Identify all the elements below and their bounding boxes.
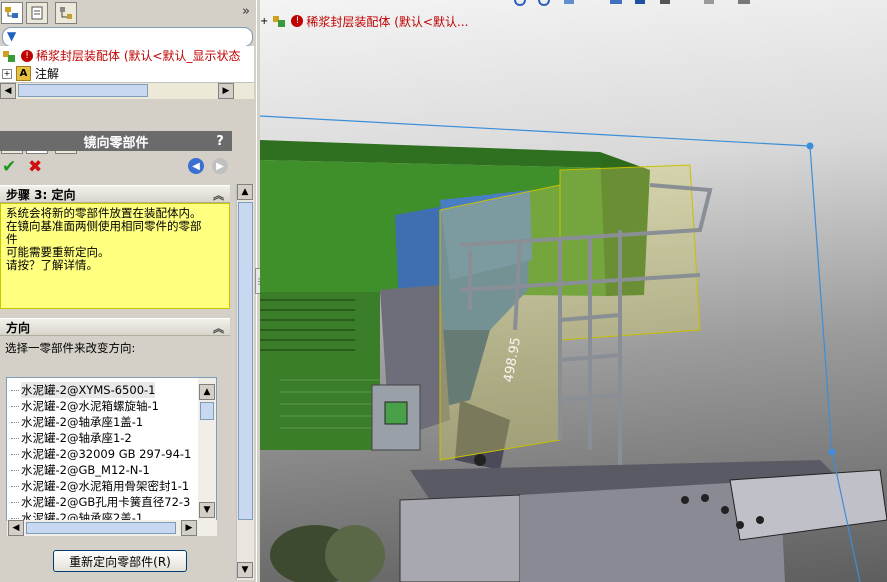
box-handle	[806, 142, 814, 150]
message-line: 在镜向基准面两侧使用相同零件的零部	[6, 219, 202, 233]
ok-button[interactable]: ✔	[2, 157, 16, 177]
property-sheet-icon	[31, 6, 43, 20]
checkmark-icon: ✔	[2, 157, 17, 177]
next-button: ▶	[212, 158, 228, 174]
rotate-icon	[564, 0, 574, 4]
tree-item-annotations[interactable]: + A 注解	[2, 65, 59, 82]
error-icon: !	[291, 15, 304, 27]
manager-tabs-top: »	[0, 0, 256, 26]
back-button[interactable]: ◀	[188, 158, 204, 174]
arrow-left-icon: ◀	[192, 160, 200, 172]
collapse-icon[interactable]: ︽	[213, 187, 224, 203]
tree-item-assembly[interactable]: ! 稀浆封层装配体 (默认<默认_显示状态	[2, 47, 241, 64]
scroll-thumb[interactable]	[18, 84, 148, 97]
view-orientation-icon	[635, 0, 645, 4]
view-toolbar	[514, 0, 750, 6]
viewport-tree-label: 稀浆封层装配体 (默认<默认...	[306, 14, 469, 29]
message-line: 请按？了解详情。	[6, 258, 98, 272]
box-handle	[828, 448, 836, 456]
mirror-preview	[439, 164, 701, 461]
scroll-up-icon[interactable]: ▲	[237, 184, 253, 200]
component-list: 水泥罐-2@XYMS-6500-1 水泥罐-2@水泥箱螺旋轴-1 水泥罐-2@轴…	[6, 377, 217, 521]
component-list-vscrollbar[interactable]: ▲ ▼	[198, 378, 216, 520]
section-view-icon	[610, 0, 622, 4]
hide-show-icon	[704, 0, 714, 4]
message-box: 系统会将新的零部件放置在装配体内。 在镜向基准面两侧使用相同零件的零部 件 可能…	[0, 203, 230, 309]
filter-icon: ▼	[7, 29, 17, 43]
expand-icon[interactable]: +	[2, 68, 12, 79]
scroll-left-icon[interactable]: ◀	[0, 83, 16, 99]
feature-tree: ! 稀浆封层装配体 (默认<默认_显示状态 + A 注解	[0, 46, 254, 82]
step-group-header[interactable]: 步骤 3: 定向 ︽	[0, 185, 230, 203]
scroll-thumb[interactable]	[26, 522, 176, 534]
expand-icon[interactable]: +	[260, 16, 268, 27]
reorient-components-button[interactable]: 重新定向零部件(R)	[53, 550, 187, 572]
feature-tree-icon	[5, 7, 18, 18]
step-header-label: 步骤 3: 定向	[6, 187, 76, 202]
graphics-viewport[interactable]: 498.95	[260, 0, 887, 582]
tree-filter-input[interactable]: ▼	[2, 27, 253, 47]
configuration-icon	[60, 7, 72, 19]
scroll-down-icon[interactable]: ▼	[199, 502, 215, 518]
expand-tabs-icon[interactable]: »	[242, 4, 250, 19]
left-panel: » ▼ ! 稀浆封层装配体 (默认<默认_显示状态 + A 注解 ◀ ▶ 镜向零…	[0, 0, 257, 582]
annotation-icon: A	[16, 66, 31, 81]
scroll-thumb[interactable]	[238, 202, 253, 520]
property-manager-title: 镜向零部件	[0, 131, 232, 151]
error-icon: !	[21, 49, 33, 62]
direction-header-label: 方向	[6, 320, 31, 335]
close-icon: ✖	[28, 157, 43, 177]
list-item[interactable]: 水泥罐-2@水泥箱螺旋轴-1	[11, 398, 159, 414]
cancel-button[interactable]: ✖	[28, 157, 42, 177]
scene-icon	[738, 0, 750, 4]
tab-featuremanager[interactable]	[1, 2, 23, 24]
zoom-area-icon	[538, 0, 550, 6]
tab-configurationmanager[interactable]	[55, 2, 77, 24]
annotation-label: 注解	[35, 67, 60, 81]
scroll-up-icon[interactable]: ▲	[199, 384, 215, 400]
list-item[interactable]: 水泥罐-2@32009 GB 297-94-1	[11, 446, 191, 462]
tab-propertymanager[interactable]	[26, 2, 48, 24]
list-item[interactable]: 水泥罐-2@XYMS-6500-1	[11, 382, 156, 398]
model-render: 498.95	[260, 115, 887, 582]
scroll-thumb[interactable]	[200, 402, 214, 420]
list-item[interactable]: 水泥罐-2@水泥箱用骨架密封1-1	[11, 478, 189, 494]
help-button[interactable]: ?	[208, 131, 232, 151]
assembly-icon	[273, 16, 286, 27]
assembly-icon	[3, 50, 15, 62]
assembly-label: 稀浆封层装配体 (默认<默认_显示状态	[36, 49, 241, 63]
zoom-fit-icon	[514, 0, 526, 6]
feature-tree-hscrollbar[interactable]: ◀ ▶	[0, 82, 254, 99]
scroll-right-icon[interactable]: ▶	[218, 83, 234, 99]
component-list-hscrollbar[interactable]: ◀ ▶	[7, 520, 217, 536]
direction-group-header[interactable]: 方向 ︽	[0, 318, 230, 336]
list-item[interactable]: 水泥罐-2@轴承座1盖-1	[11, 414, 143, 430]
arrow-right-icon: ▶	[216, 160, 224, 172]
scroll-down-icon[interactable]: ▼	[237, 562, 253, 578]
viewport-tree-flyout[interactable]: + ! 稀浆封层装配体 (默认<默认...	[260, 12, 468, 30]
display-style-icon	[660, 0, 670, 4]
scroll-right-icon[interactable]: ▶	[181, 520, 197, 536]
list-item[interactable]: 水泥罐-2@轴承座1-2	[11, 430, 132, 446]
list-item[interactable]: 水泥罐-2@GB孔用卡簧直径72-3	[11, 494, 190, 510]
scroll-left-icon[interactable]: ◀	[8, 520, 24, 536]
property-manager-vscrollbar[interactable]: ▲ ▼	[236, 184, 254, 580]
collapse-icon[interactable]: ︽	[213, 320, 224, 336]
list-item[interactable]: 水泥罐-2@GB_M12-N-1	[11, 462, 150, 478]
direction-prompt: 选择一零部件来改变方向:	[5, 341, 136, 355]
